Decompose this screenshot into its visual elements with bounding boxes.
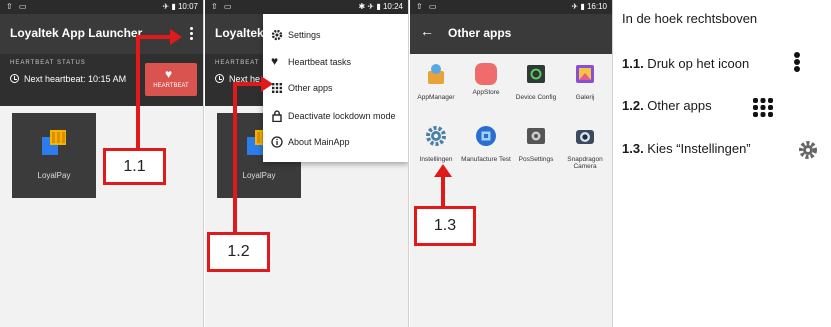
menu-label: About MainApp xyxy=(288,137,350,147)
menu-item-deactivate-lockdown[interactable]: Deactivate lockdown mode xyxy=(263,103,408,129)
clock-text: 10:24 xyxy=(382,2,403,11)
callout-1-1: 1.1 xyxy=(103,148,166,185)
app-manufacture-test[interactable]: Manufacture Test xyxy=(461,125,511,163)
menu-label: Deactivate lockdown mode xyxy=(288,111,396,121)
step-text: Kies “Instellingen” xyxy=(643,141,751,156)
clock-icon xyxy=(10,74,19,83)
step-number: 1.3. xyxy=(622,141,644,156)
app-device-config[interactable]: Device Config xyxy=(511,63,561,101)
next-heartbeat: Next heartbeat: 10:15 AM xyxy=(10,74,126,84)
overflow-menu-icon[interactable] xyxy=(187,27,195,41)
status-time: ✱ ✈ ▮ 10:24 xyxy=(358,2,403,11)
app-label: Device Config xyxy=(515,94,557,101)
settings-gear-icon xyxy=(426,126,446,146)
menu-item-about[interactable]: About MainApp xyxy=(263,129,408,155)
heartbeat-button[interactable]: ♥ HEARTBEAT xyxy=(145,63,197,96)
app-tile-loyalpay[interactable]: LoyalPay xyxy=(12,113,96,198)
status-bar: ⇧ ▭ ✈ ▮ 16:10 xyxy=(410,0,612,14)
chip-icon xyxy=(476,126,496,146)
notification-icons: ⇧ ▭ xyxy=(211,2,234,11)
overflow-menu: Settings ♥ Heartbeat tasks Other apps De… xyxy=(263,14,408,162)
callout-1-3: 1.3 xyxy=(414,206,476,246)
app-appstore[interactable]: AppStore xyxy=(461,63,511,96)
heartbeat-status-label: HEARTBEAT STATUS xyxy=(10,60,86,66)
heartbeat-panel: HEARTBEAT STATUS Next heartbeat: 10:15 A… xyxy=(0,54,203,106)
menu-label: Heartbeat tasks xyxy=(288,57,352,67)
tile-label: LoyalPay xyxy=(242,171,276,180)
notification-icons: ⇧ ▭ xyxy=(6,2,29,11)
app-label: Instellingen xyxy=(419,156,453,163)
arrow-1-3-vertical xyxy=(441,176,445,208)
loyalpay-icon xyxy=(42,130,66,155)
app-label: PosSettings xyxy=(518,156,554,163)
status-bar: ⇧ ▭ ✈ ▮ 10:07 xyxy=(0,0,203,14)
app-snapdragon-camera[interactable]: Snapdragon Camera xyxy=(560,125,610,170)
menu-label: Other apps xyxy=(288,83,333,93)
heart-icon: ♥ xyxy=(165,67,173,81)
status-time: ✈ ▮ 16:10 xyxy=(571,2,607,11)
callout-1-2: 1.2 xyxy=(207,232,270,272)
gallery-icon xyxy=(576,65,594,83)
status-time: ✈ ▮ 10:07 xyxy=(162,2,198,11)
clock-text: 16:10 xyxy=(586,2,607,11)
step-number: 1.1. xyxy=(622,56,644,71)
menu-item-settings[interactable]: Settings xyxy=(263,22,408,48)
notification-icons: ⇧ ▭ xyxy=(416,2,439,11)
clock-icon xyxy=(215,74,224,83)
next-heartbeat-text: Next heartbeat: 10:15 AM xyxy=(24,74,127,84)
step-1-2: 1.2. Other apps xyxy=(622,98,712,113)
status-bar: ⇧ ▭ ✱ ✈ ▮ 10:24 xyxy=(205,0,408,14)
possettings-icon xyxy=(527,128,545,144)
app-bar: ← Other apps xyxy=(410,14,612,54)
app-label: AppManager xyxy=(417,94,455,101)
heart-icon: ♥ xyxy=(271,54,279,68)
device-config-icon xyxy=(527,65,545,83)
screen-launcher: ⇧ ▭ ✈ ▮ 10:07 Loyaltek App Launcher HEAR… xyxy=(0,0,204,327)
heartbeat-button-label: HEARTBEAT xyxy=(153,83,189,89)
grid-icon xyxy=(753,98,773,117)
step-1-1: 1.1. Druk op het icoon xyxy=(622,56,749,71)
tile-label: LoyalPay xyxy=(37,171,71,180)
lock-icon xyxy=(272,110,282,122)
heartbeat-status-label: HEARTBEAT xyxy=(215,60,260,66)
instructions-intro: In de hoek rechtsboven xyxy=(622,11,758,26)
app-label: Galerij xyxy=(575,94,595,101)
info-icon xyxy=(271,136,283,148)
instructions-panel: In de hoek rechtsboven 1.1. Druk op het … xyxy=(622,0,831,327)
back-arrow-icon[interactable]: ← xyxy=(420,23,434,39)
app-label: AppStore xyxy=(472,89,500,96)
app-label: Snapdragon Camera xyxy=(567,156,603,170)
page-title: Other apps xyxy=(448,26,512,40)
app-title: Loyaltek App Launcher xyxy=(10,26,143,40)
gear-icon xyxy=(799,141,817,159)
step-text: Druk op het icoon xyxy=(643,56,750,71)
clock-text: 10:07 xyxy=(177,2,198,11)
appstore-icon xyxy=(475,63,497,85)
step-number: 1.2. xyxy=(622,98,644,113)
gear-icon xyxy=(271,29,283,41)
arrow-1-2-vertical xyxy=(233,83,237,233)
app-label: Manufacture Test xyxy=(461,156,511,163)
app-appmanager[interactable]: AppManager xyxy=(411,63,461,101)
appmanager-icon xyxy=(428,64,444,84)
menu-label: Settings xyxy=(288,30,321,40)
app-instellingen[interactable]: Instellingen xyxy=(411,125,461,163)
kebab-menu-icon xyxy=(793,52,801,74)
arrow-1-1-head xyxy=(170,29,182,45)
app-possettings[interactable]: PosSettings xyxy=(511,125,561,163)
arrow-1-2-head xyxy=(261,76,273,92)
menu-item-heartbeat-tasks[interactable]: ♥ Heartbeat tasks xyxy=(263,49,408,75)
arrow-1-1-vertical xyxy=(136,36,140,149)
camera-icon xyxy=(576,130,594,144)
arrow-1-2-horizontal xyxy=(233,82,263,86)
menu-item-other-apps[interactable]: Other apps xyxy=(263,75,408,101)
step-text: Other apps xyxy=(643,98,712,113)
arrow-1-1-horizontal xyxy=(136,35,172,39)
app-galerij[interactable]: Galerij xyxy=(560,63,610,101)
step-1-3: 1.3. Kies “Instellingen” xyxy=(622,141,751,156)
